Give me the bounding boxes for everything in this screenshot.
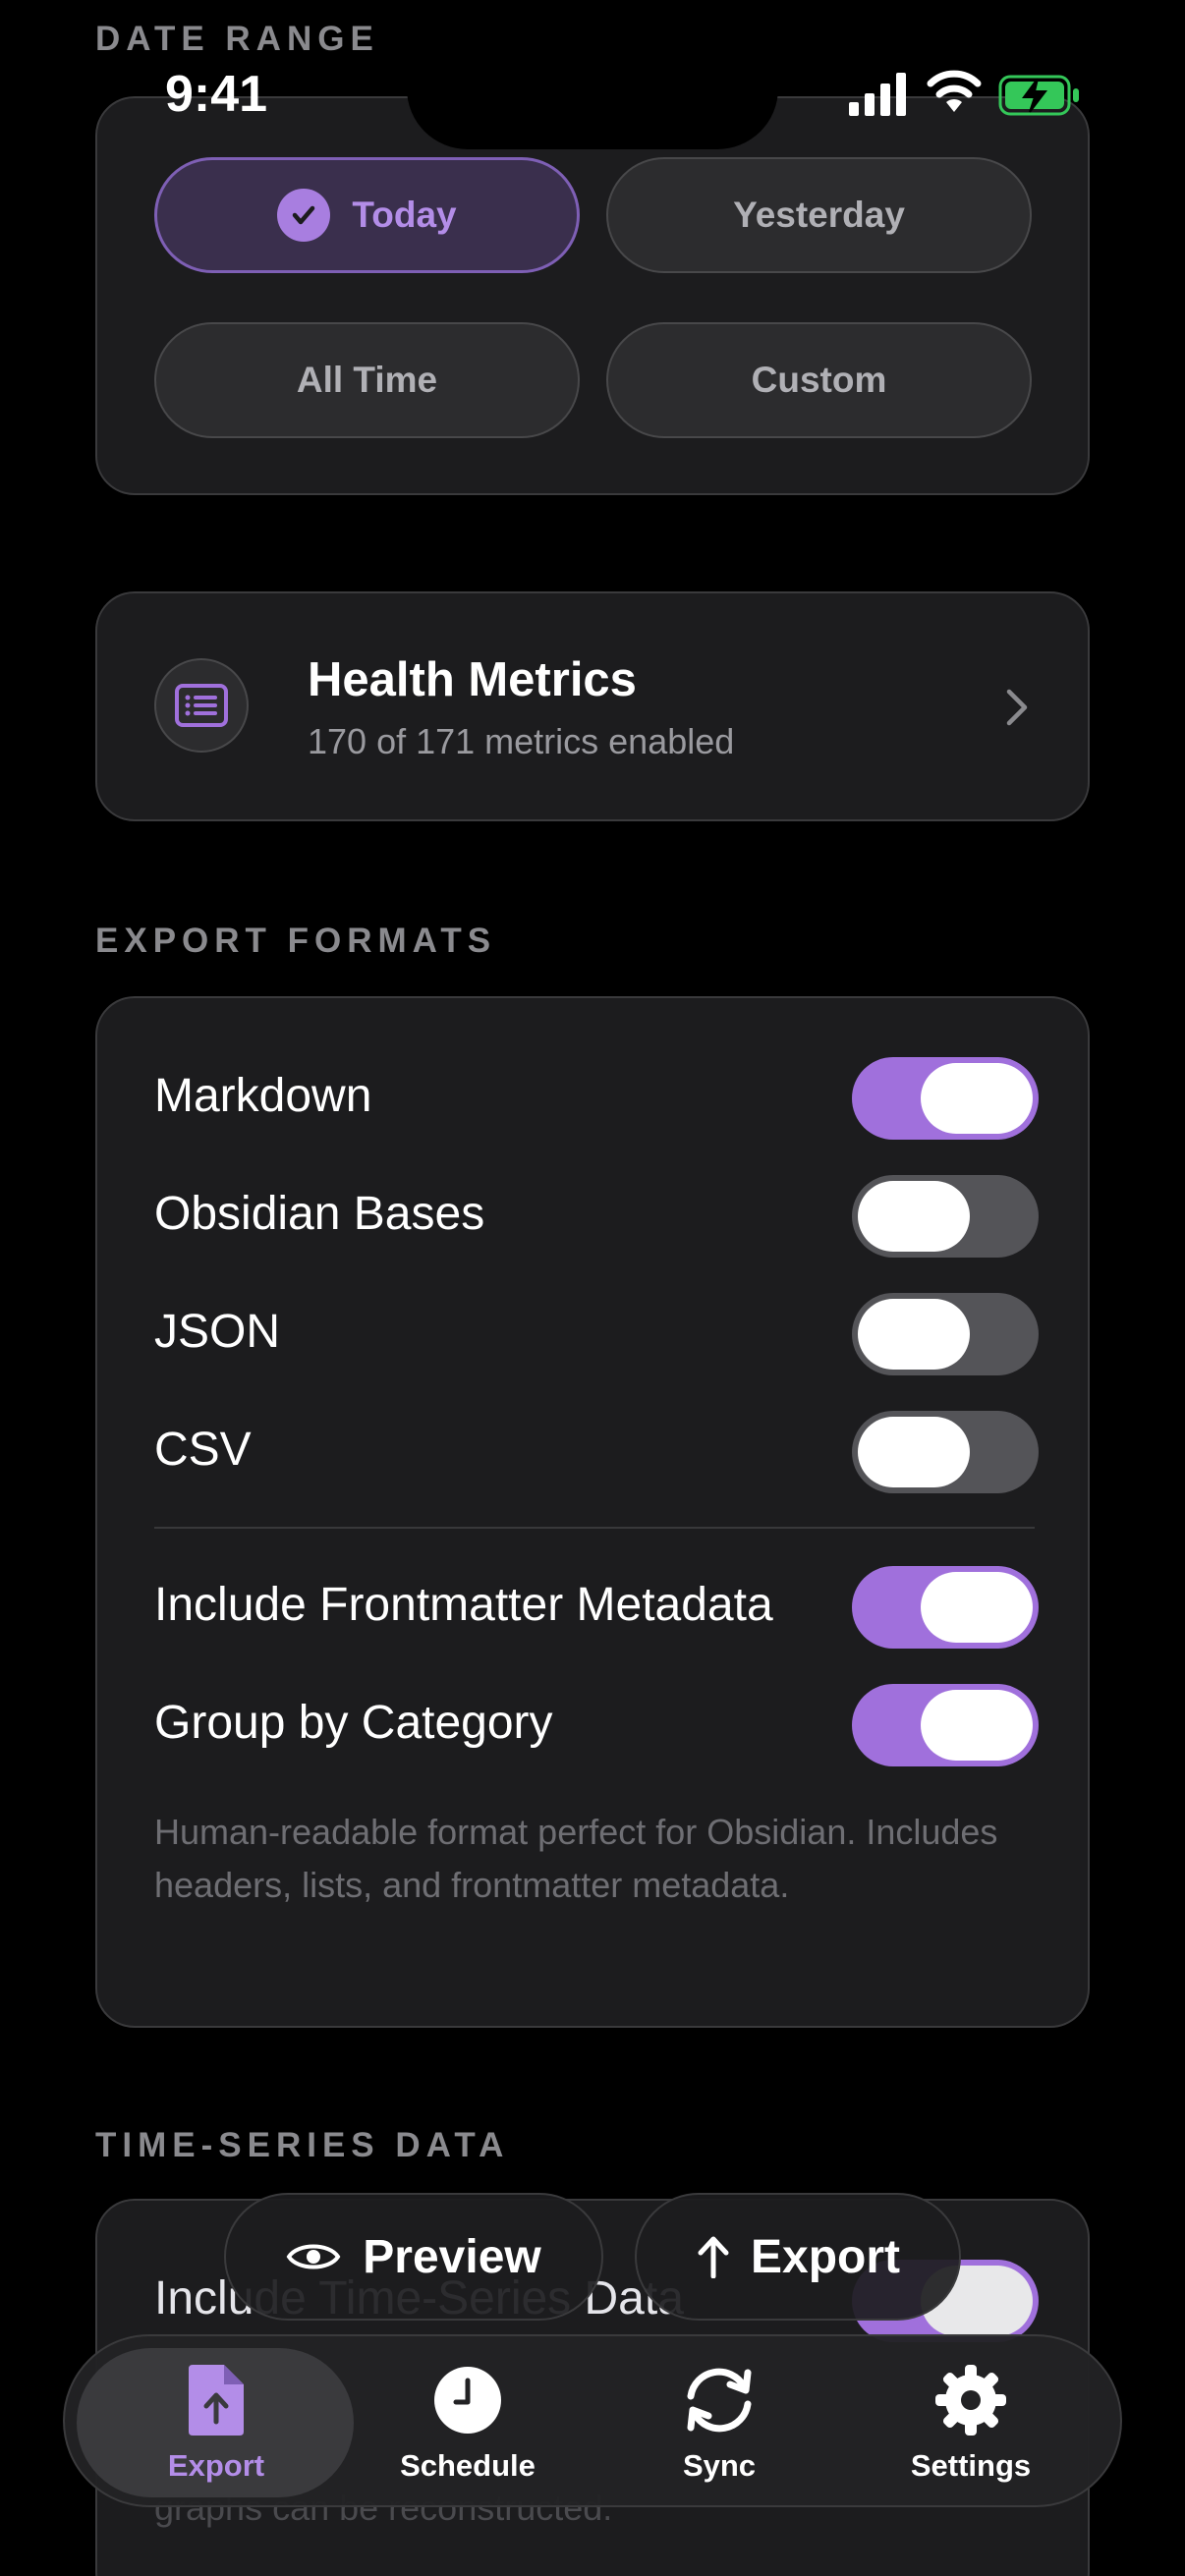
cellular-signal-icon — [849, 73, 908, 121]
date-option-yesterday[interactable]: Yesterday — [606, 157, 1032, 273]
obsidian-bases-toggle[interactable] — [852, 1175, 1039, 1258]
tab-schedule[interactable]: Schedule — [350, 2336, 586, 2509]
status-time: 9:41 — [165, 66, 268, 123]
date-option-label: All Time — [296, 360, 438, 400]
markdown-toggle[interactable] — [852, 1057, 1039, 1140]
tab-label: Sync — [682, 2448, 757, 2483]
format-label-json: JSON — [154, 1306, 281, 1358]
dynamic-island — [407, 0, 778, 149]
frontmatter-metadata-toggle[interactable] — [852, 1566, 1039, 1649]
date-option-label: Custom — [751, 360, 887, 400]
date-range-header: DATE RANGE — [95, 20, 379, 58]
wifi-icon — [926, 69, 983, 121]
format-label-markdown: Markdown — [154, 1070, 372, 1122]
chevron-right-icon — [1005, 688, 1029, 732]
tab-sync[interactable]: Sync — [601, 2336, 837, 2509]
health-metrics-title: Health Metrics — [308, 653, 637, 706]
arrow-up-icon — [696, 2235, 731, 2278]
gear-icon — [933, 2362, 1008, 2438]
format-label-obsidian-bases: Obsidian Bases — [154, 1188, 485, 1240]
group-by-category-toggle[interactable] — [852, 1684, 1039, 1766]
date-option-custom[interactable]: Custom — [606, 322, 1032, 438]
json-toggle[interactable] — [852, 1293, 1039, 1375]
tab-label: Settings — [910, 2448, 1032, 2483]
date-option-all-time[interactable]: All Time — [154, 322, 580, 438]
format-description: Human-readable format perfect for Obsidi… — [154, 1812, 998, 1905]
tab-label: Schedule — [400, 2448, 536, 2483]
export-formats-header: EXPORT FORMATS — [95, 922, 497, 960]
export-formats-card: Markdown Obsidian Bases JSON CSV Include… — [95, 996, 1090, 2028]
date-range-card: Today Yesterday All Time Custom — [95, 96, 1090, 495]
doc-export-icon — [187, 2362, 246, 2438]
preview-button[interactable]: Preview — [224, 2193, 603, 2321]
sync-icon — [679, 2362, 760, 2438]
csv-toggle[interactable] — [852, 1411, 1039, 1493]
export-button[interactable]: Export — [635, 2193, 961, 2321]
preview-label: Preview — [363, 2230, 541, 2283]
health-metrics-card[interactable]: Health Metrics 170 of 171 metrics enable… — [95, 591, 1090, 821]
tab-export[interactable]: Export — [98, 2336, 334, 2509]
option-label-group-by-category: Group by Category — [154, 1697, 553, 1749]
clock-icon — [432, 2362, 503, 2438]
export-label: Export — [750, 2230, 900, 2283]
divider — [154, 1527, 1035, 1529]
eye-icon — [286, 2239, 341, 2274]
checkmark-icon — [277, 189, 331, 242]
date-option-label: Yesterday — [733, 195, 905, 235]
battery-charging-icon — [998, 75, 1081, 121]
list-icon — [154, 658, 249, 753]
date-option-label: Today — [352, 195, 457, 235]
tab-bar: Export Schedule Sync Settings — [63, 2334, 1122, 2507]
tab-settings[interactable]: Settings — [853, 2336, 1089, 2509]
tab-label: Export — [167, 2448, 265, 2483]
option-label-frontmatter: Include Frontmatter Metadata — [154, 1579, 773, 1631]
health-metrics-subtitle: 170 of 171 metrics enabled — [308, 721, 735, 761]
format-label-csv: CSV — [154, 1424, 252, 1476]
date-option-today[interactable]: Today — [154, 157, 580, 273]
time-series-header: TIME-SERIES DATA — [95, 2126, 510, 2164]
